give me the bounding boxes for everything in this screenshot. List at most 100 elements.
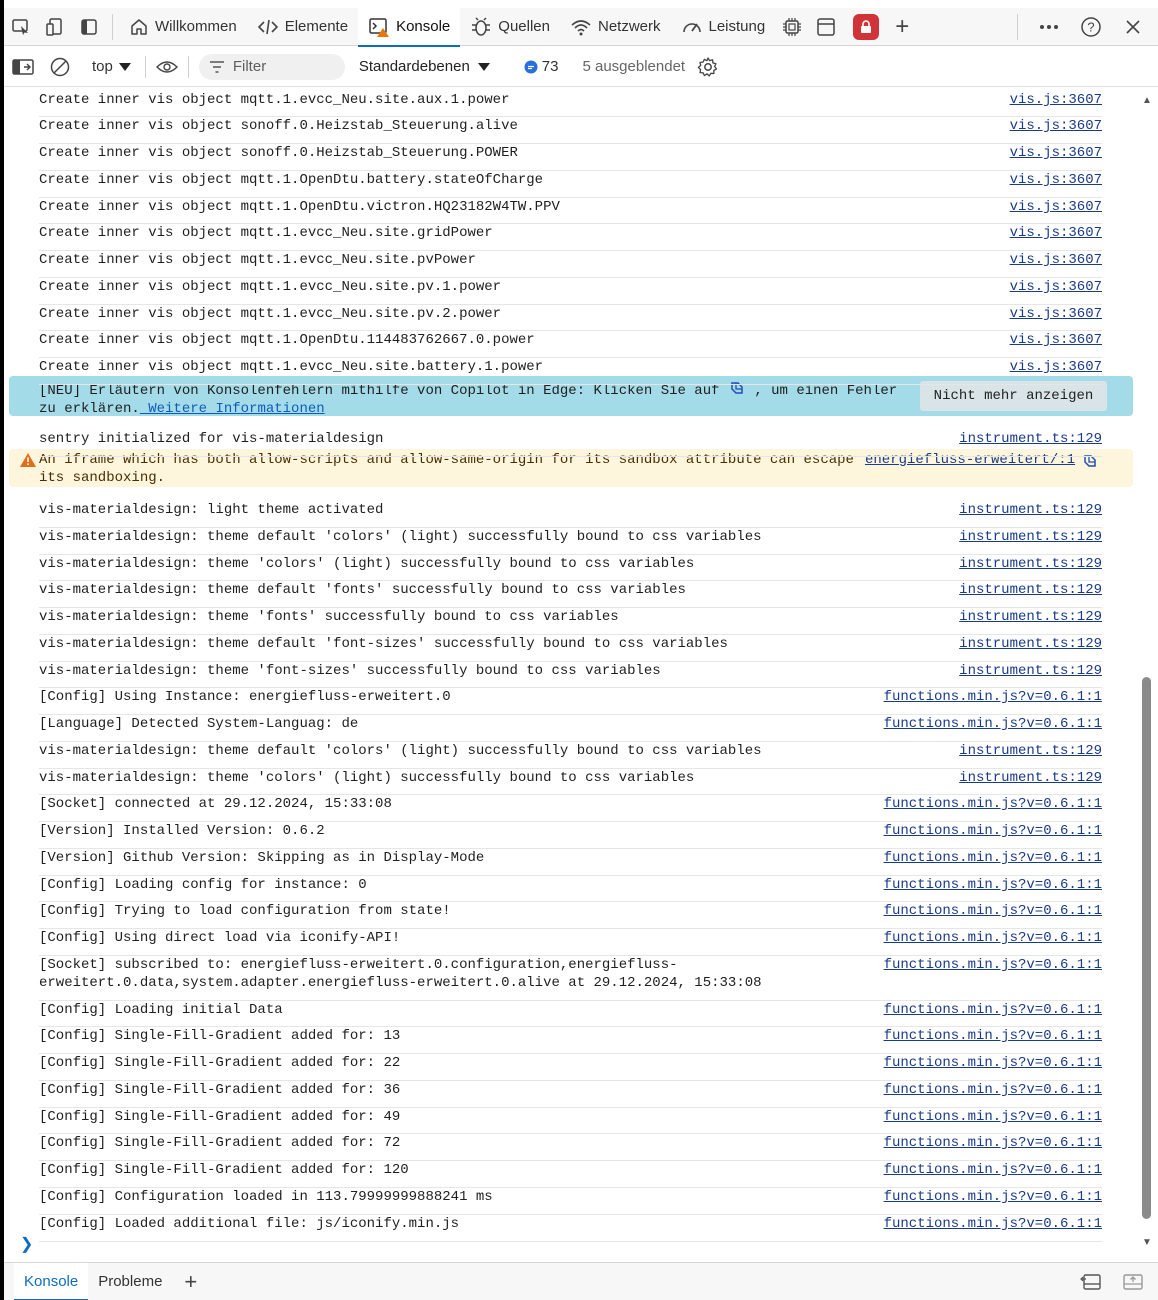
log-source-link[interactable]: functions.min.js?v=0.6.1:1: [884, 822, 1102, 840]
scroll-up-arrow-icon[interactable]: ▲: [1142, 95, 1152, 106]
tab-netzwerk[interactable]: Netzwerk: [560, 8, 671, 46]
log-source-link[interactable]: instrument.ts:129: [959, 430, 1102, 448]
log-source-link[interactable]: instrument.ts:129: [959, 608, 1102, 626]
tab-leistung[interactable]: Leistung: [671, 8, 776, 46]
filter-input[interactable]: Filter: [198, 53, 345, 80]
log-source-link[interactable]: instrument.ts:129: [959, 662, 1102, 680]
drawer-tab-konsole[interactable]: Konsole: [14, 1262, 89, 1300]
log-message: [Config] Single-Fill-Gradient added for:…: [39, 1162, 409, 1178]
log-source-link[interactable]: functions.min.js?v=0.6.1:1: [884, 1188, 1102, 1206]
message-bubble-icon: [524, 60, 538, 73]
log-source-link[interactable]: functions.min.js?v=0.6.1:1: [884, 1054, 1102, 1072]
log-source-link[interactable]: instrument.ts:129: [959, 769, 1102, 787]
log-source-link[interactable]: instrument.ts:129: [959, 528, 1102, 546]
log-source-link[interactable]: functions.min.js?v=0.6.1:1: [884, 1134, 1102, 1152]
log-source-link[interactable]: functions.min.js?v=0.6.1:1: [884, 1027, 1102, 1045]
log-source-link[interactable]: vis.js:3607: [1010, 251, 1102, 269]
console-log-area: [NEU] Erläutern von Konsolenfehlern mith…: [4, 87, 1136, 1259]
help-icon[interactable]: ?: [1074, 8, 1108, 46]
log-message: Create inner vis object mqtt.1.OpenDtu.1…: [39, 332, 535, 348]
device-emulation-icon[interactable]: [38, 8, 72, 46]
log-source-link[interactable]: vis.js:3607: [1010, 171, 1102, 189]
memory-chip-icon[interactable]: [775, 8, 809, 46]
log-source-link[interactable]: instrument.ts:129: [959, 742, 1102, 760]
log-message: vis-materialdesign: theme default 'color…: [39, 743, 762, 759]
application-panel-icon[interactable]: [809, 8, 843, 46]
log-row: [Config] Single-Fill-Gradient added for:…: [39, 1027, 1102, 1054]
log-message: vis-materialdesign: theme default 'color…: [39, 529, 762, 545]
tab-label: Netzwerk: [597, 18, 661, 35]
learn-more-link[interactable]: Weitere Informationen: [140, 401, 324, 417]
scroll-down-arrow-icon[interactable]: ▼: [1142, 1237, 1152, 1248]
log-source-link[interactable]: functions.min.js?v=0.6.1:1: [884, 849, 1102, 867]
scrollbar-thumb[interactable]: [1142, 677, 1151, 1219]
log-levels-dropdown[interactable]: Standardebenen: [359, 58, 490, 75]
more-options-icon[interactable]: [1032, 8, 1066, 46]
log-row: [Config] Loaded additional file: js/icon…: [39, 1215, 1102, 1242]
log-source-link[interactable]: vis.js:3607: [1010, 91, 1102, 109]
add-tab-icon[interactable]: +: [895, 13, 909, 41]
log-message: [Version] Github Version: Skipping as in…: [39, 850, 485, 866]
log-message: vis-materialdesign: theme default 'font-…: [39, 636, 728, 652]
log-source-link[interactable]: functions.min.js?v=0.6.1:1: [884, 795, 1102, 813]
log-source-link[interactable]: vis.js:3607: [1010, 331, 1102, 349]
log-source-link[interactable]: functions.min.js?v=0.6.1:1: [884, 1001, 1102, 1019]
log-source-link[interactable]: functions.min.js?v=0.6.1:1: [884, 1108, 1102, 1126]
log-source-link[interactable]: functions.min.js?v=0.6.1:1: [884, 715, 1102, 733]
log-source-link[interactable]: instrument.ts:129: [959, 635, 1102, 653]
log-source-link[interactable]: functions.min.js?v=0.6.1:1: [884, 902, 1102, 920]
log-message: [Config] Single-Fill-Gradient added for:…: [39, 1082, 401, 1098]
chevron-down-icon: [118, 62, 131, 71]
log-source-link[interactable]: vis.js:3607: [1010, 305, 1102, 323]
tab-quellen[interactable]: Quellen: [460, 8, 560, 46]
tab-elemente[interactable]: Elemente: [247, 8, 358, 46]
context-selector[interactable]: top: [92, 58, 131, 75]
drawer-collapse-icon[interactable]: [1122, 1273, 1144, 1291]
settings-gear-icon[interactable]: [697, 56, 719, 78]
log-source-link[interactable]: functions.min.js?v=0.6.1:1: [884, 1215, 1102, 1233]
log-row: vis-materialdesign: theme default 'fonts…: [39, 581, 1102, 608]
log-source-link[interactable]: vis.js:3607: [1010, 117, 1102, 135]
close-icon[interactable]: [1116, 8, 1150, 46]
log-row: Create inner vis object sonoff.0.Heizsta…: [39, 144, 1102, 171]
log-message: [Config] Loading initial Data: [39, 1002, 283, 1018]
clear-console-icon[interactable]: [50, 57, 70, 77]
tab-willkommen[interactable]: Willkommen: [119, 8, 247, 46]
log-source-link[interactable]: instrument.ts:129: [959, 581, 1102, 599]
drawer-dock-icon[interactable]: [1080, 1273, 1102, 1291]
dont-show-again-button[interactable]: Nicht mehr anzeigen: [920, 381, 1107, 411]
tab-konsole[interactable]: Konsole: [358, 7, 461, 47]
log-row: vis-materialdesign: theme 'colors' (ligh…: [39, 769, 1102, 795]
log-source-link[interactable]: functions.min.js?v=0.6.1:1: [884, 1081, 1102, 1099]
log-message: [Config] Using direct load via iconify-A…: [39, 930, 401, 946]
dock-side-icon[interactable]: [72, 8, 106, 46]
log-source-link[interactable]: functions.min.js?v=0.6.1:1: [884, 688, 1102, 706]
console-scrollbar[interactable]: ▲ ▼: [1136, 87, 1158, 1259]
log-source-link[interactable]: vis.js:3607: [1010, 224, 1102, 242]
log-source-link[interactable]: functions.min.js?v=0.6.1:1: [884, 956, 1102, 974]
log-row: [Config] Using direct load via iconify-A…: [39, 929, 1102, 956]
log-row: [Socket] connected at 29.12.2024, 15:33:…: [39, 795, 1102, 822]
log-source-link[interactable]: functions.min.js?v=0.6.1:1: [884, 929, 1102, 947]
console-prompt-chevron-icon[interactable]: ❯: [20, 1234, 33, 1254]
live-expression-eye-icon[interactable]: [155, 59, 178, 75]
log-source-link[interactable]: vis.js:3607: [1010, 144, 1102, 162]
log-source-link[interactable]: functions.min.js?v=0.6.1:1: [884, 1161, 1102, 1179]
log-row: Create inner vis object mqtt.1.evcc_Neu.…: [39, 251, 1102, 278]
log-source-link[interactable]: vis.js:3607: [1010, 358, 1102, 376]
log-row: [Config] Loading config for instance: 0 f…: [39, 876, 1102, 902]
add-drawer-tab-icon[interactable]: +: [184, 1269, 197, 1295]
log-source-link[interactable]: vis.js:3607: [1010, 278, 1102, 296]
log-source-link[interactable]: instrument.ts:129: [959, 501, 1102, 519]
log-row: Create inner vis object mqtt.1.evcc_Neu.…: [39, 224, 1102, 251]
log-source-link[interactable]: vis.js:3607: [1010, 198, 1102, 216]
security-lock-icon[interactable]: [853, 13, 880, 40]
drawer-tab-probleme[interactable]: Probleme: [88, 1263, 172, 1300]
log-row: vis-materialdesign: theme default 'color…: [39, 742, 1102, 769]
log-source-link[interactable]: instrument.ts:129: [959, 555, 1102, 573]
message-count-badge[interactable]: 73: [524, 58, 558, 75]
filter-placeholder: Filter: [232, 58, 267, 75]
inspect-element-icon[interactable]: [4, 8, 38, 46]
sidebar-toggle-icon[interactable]: [12, 58, 34, 76]
log-source-link[interactable]: functions.min.js?v=0.6.1:1: [884, 876, 1102, 894]
